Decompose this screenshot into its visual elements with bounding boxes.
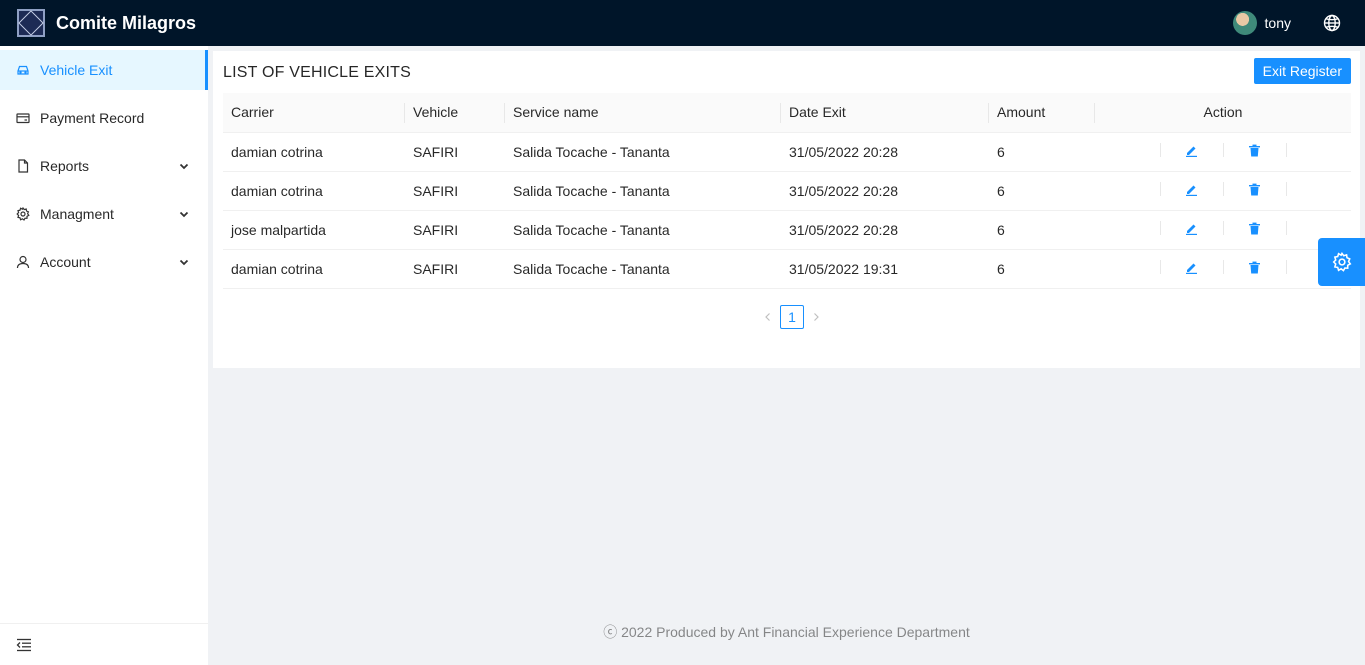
sidebar-item-label: Managment — [40, 206, 114, 222]
app-title: Comite Milagros — [56, 12, 197, 33]
sidebar-item-managment[interactable]: Managment — [0, 194, 208, 234]
table-header-row: Carrier Vehicle Service name Date Exit A… — [223, 93, 1351, 133]
vehicle-cell: SAFIRI — [405, 171, 505, 211]
service-name-cell: Salida Tocache - Tananta — [505, 249, 781, 289]
carrier-cell: damian cotrina — [223, 249, 405, 289]
pagination: 1 — [756, 305, 828, 329]
amount-cell: 6 — [989, 132, 1095, 172]
action-cell — [1095, 249, 1351, 289]
credit-card-icon — [16, 111, 30, 125]
delete-icon[interactable] — [1248, 260, 1262, 274]
delete-icon[interactable] — [1248, 182, 1262, 196]
column-header-date-exit: Date Exit — [781, 93, 989, 133]
table-row: damian cotrina SAFIRI Salida Tocache - Tan… — [223, 132, 1351, 172]
gear-icon — [16, 207, 30, 221]
sidebar-item-payment-record[interactable]: Payment Record — [0, 98, 208, 138]
carrier-cell: damian cotrina — [223, 132, 405, 172]
page-title: LIST OF VEHICLE EXITS — [223, 64, 411, 81]
top-header: Comite Milagros tony — [0, 0, 1365, 46]
action-cell — [1095, 171, 1351, 211]
chevron-left-icon — [765, 313, 770, 321]
chevron-down-icon — [179, 259, 189, 266]
file-icon — [16, 159, 30, 173]
sidebar-item-reports[interactable]: Reports — [0, 146, 208, 186]
edit-icon[interactable] — [1185, 182, 1199, 196]
column-header-vehicle: Vehicle — [405, 93, 505, 133]
amount-cell: 6 — [989, 210, 1095, 250]
column-header-service-name: Service name — [505, 93, 781, 133]
date-exit-cell: 31/05/2022 20:28 — [781, 210, 989, 250]
edit-icon[interactable] — [1185, 143, 1199, 157]
sidebar-item-label: Payment Record — [40, 110, 145, 126]
amount-cell: 6 — [989, 171, 1095, 211]
table-row: jose malpartida SAFIRI Salida Tocache - Ta… — [223, 210, 1351, 250]
sidebar: Vehicle Exit Payment Record Reports Mana… — [0, 46, 208, 665]
date-exit-cell: 31/05/2022 20:28 — [781, 132, 989, 172]
edit-icon[interactable] — [1185, 260, 1199, 274]
table-row: damian cotrina SAFIRI Salida Tocache - Tan… — [223, 171, 1351, 211]
carrier-cell: damian cotrina — [223, 171, 405, 211]
table-row: damian cotrina SAFIRI Salida Tocache - Tan… — [223, 249, 1351, 289]
date-exit-cell: 31/05/2022 20:28 — [781, 171, 989, 211]
delete-icon[interactable] — [1248, 143, 1262, 157]
menu-fold-icon — [16, 638, 31, 651]
logo-icon — [17, 9, 45, 37]
page-item[interactable]: 1 — [780, 305, 804, 329]
vehicle-cell: SAFIRI — [405, 132, 505, 172]
username[interactable]: tony — [1265, 15, 1291, 31]
gear-icon — [1332, 252, 1351, 272]
car-icon — [16, 63, 30, 77]
date-exit-cell: 31/05/2022 19:31 — [781, 249, 989, 289]
chevron-right-icon — [814, 313, 819, 321]
globe-icon[interactable] — [1323, 14, 1341, 32]
service-name-cell: Salida Tocache - Tananta — [505, 171, 781, 211]
edit-icon[interactable] — [1185, 221, 1199, 235]
column-header-action: Action — [1095, 93, 1351, 133]
column-header-amount: Amount — [989, 93, 1095, 133]
carrier-cell: jose malpartida — [223, 210, 405, 250]
amount-cell: 6 — [989, 249, 1095, 289]
next-page-button[interactable] — [804, 305, 828, 329]
sidebar-item-vehicle-exit[interactable]: Vehicle Exit — [0, 50, 208, 90]
avatar[interactable] — [1232, 11, 1257, 35]
vehicle-cell: SAFIRI — [405, 249, 505, 289]
footer-copyright: ⓒ 2022 Produced by Ant Financial Experie… — [603, 624, 970, 640]
sidebar-item-label: Account — [40, 254, 91, 270]
vehicle-exits-table: Carrier Vehicle Service name Date Exit A… — [223, 93, 1351, 289]
column-header-carrier: Carrier — [223, 93, 405, 133]
chevron-down-icon — [179, 211, 189, 218]
user-icon — [16, 255, 30, 269]
sidebar-item-label: Vehicle Exit — [40, 62, 113, 78]
chevron-down-icon — [179, 163, 189, 170]
sidebar-item-label: Reports — [40, 158, 90, 174]
settings-drawer-button[interactable] — [1318, 238, 1365, 286]
action-cell — [1095, 210, 1351, 250]
sidebar-item-account[interactable]: Account — [0, 242, 208, 282]
sidebar-collapse-toggle[interactable] — [0, 623, 208, 665]
delete-icon[interactable] — [1248, 221, 1262, 235]
vehicle-cell: SAFIRI — [405, 210, 505, 250]
app-logo[interactable]: Comite Milagros — [0, 9, 196, 37]
prev-page-button[interactable] — [756, 305, 780, 329]
action-cell — [1095, 132, 1351, 172]
exit-register-button[interactable]: Exit Register — [1253, 58, 1351, 84]
service-name-cell: Salida Tocache - Tananta — [505, 132, 781, 172]
service-name-cell: Salida Tocache - Tananta — [505, 210, 781, 250]
vehicle-exits-card: LIST OF VEHICLE EXITS Exit Register Carr… — [213, 51, 1360, 368]
